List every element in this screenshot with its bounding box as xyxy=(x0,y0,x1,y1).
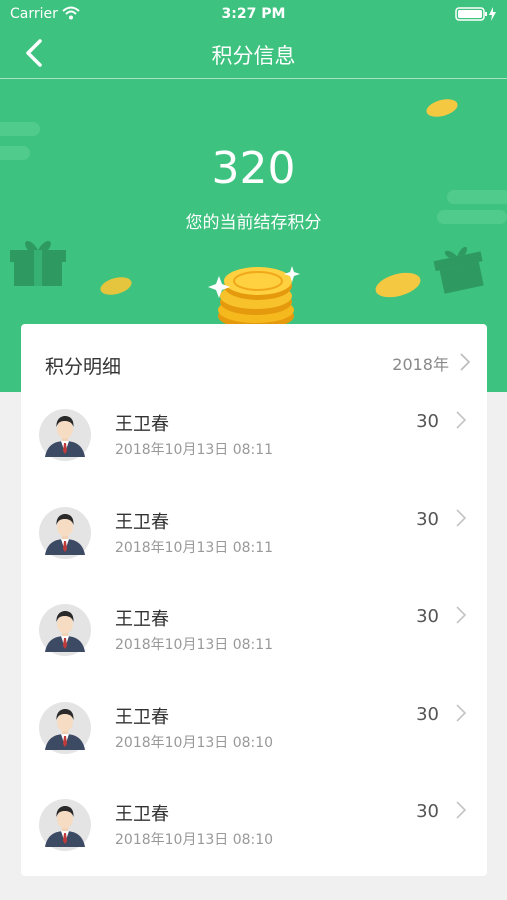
record-points: 30 xyxy=(416,606,439,627)
record-name: 王卫春 xyxy=(115,609,169,630)
record-points: 30 xyxy=(416,411,439,432)
record-row[interactable]: 王卫春 2018年10月13日 08:11 30 xyxy=(21,492,487,589)
avatar xyxy=(39,799,91,851)
gift-icon-right xyxy=(433,246,484,294)
nav-bar: 积分信息 xyxy=(0,28,507,79)
card-header: 积分明细 2018年 xyxy=(21,324,487,394)
year-filter[interactable]: 2018年 xyxy=(371,348,471,378)
record-name: 王卫春 xyxy=(115,414,169,435)
record-row[interactable]: 王卫春 2018年10月13日 08:11 30 xyxy=(21,589,487,686)
points-detail-card: 积分明细 2018年 王卫春 2018年10月13日 08:11 30 王卫春 … xyxy=(21,324,487,876)
chevron-right-icon xyxy=(460,353,471,371)
coin-icon-small xyxy=(426,99,458,117)
page-title: 积分信息 xyxy=(211,44,296,68)
status-time: 3:27 PM xyxy=(221,6,286,22)
avatar xyxy=(39,701,91,754)
record-timestamp: 2018年10月13日 08:11 xyxy=(115,539,274,556)
record-points: 30 xyxy=(416,703,439,725)
coin-icon-small xyxy=(375,272,421,298)
chevron-right-icon xyxy=(456,606,467,624)
year-label: 2018年 xyxy=(392,355,449,374)
section-title: 积分明细 xyxy=(45,356,122,378)
record-row[interactable]: 王卫春 2018年10月13日 08:10 30 xyxy=(21,784,487,881)
points-caption: 您的当前结存积分 xyxy=(185,213,322,233)
record-points: 30 xyxy=(416,801,439,822)
record-row[interactable]: 王卫春 2018年10月13日 08:10 30 xyxy=(21,687,487,784)
chevron-right-icon xyxy=(456,801,467,819)
record-timestamp: 2018年10月13日 08:10 xyxy=(115,734,274,751)
avatar xyxy=(39,604,91,656)
record-timestamp: 2018年10月13日 08:11 xyxy=(115,442,274,458)
status-bar: Carrier 3:27 PM xyxy=(0,0,507,28)
coin-icon-small xyxy=(100,277,132,295)
battery-icon xyxy=(455,7,496,21)
record-name: 王卫春 xyxy=(115,511,169,533)
chevron-right-icon xyxy=(456,703,467,722)
avatar xyxy=(39,409,91,461)
record-points: 30 xyxy=(416,508,439,530)
avatar xyxy=(39,506,91,559)
record-name: 王卫春 xyxy=(115,804,169,825)
record-timestamp: 2018年10月13日 08:11 xyxy=(115,637,274,653)
chevron-right-icon xyxy=(456,411,467,429)
record-row[interactable]: 王卫春 2018年10月13日 08:11 30 xyxy=(21,394,487,491)
chevron-right-icon xyxy=(456,508,467,527)
points-balance: 320 xyxy=(211,143,296,194)
record-timestamp: 2018年10月13日 08:10 xyxy=(115,832,274,848)
record-name: 王卫春 xyxy=(115,706,169,728)
gift-icon xyxy=(10,240,66,286)
